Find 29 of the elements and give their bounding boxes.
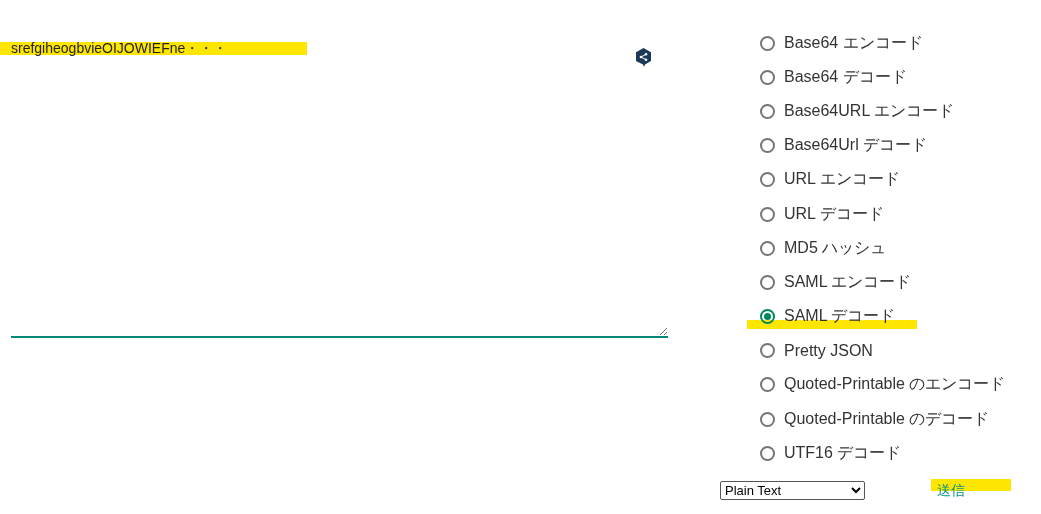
radio-button[interactable] [760, 138, 775, 154]
option-label: URL デコード [784, 203, 884, 224]
radio-button[interactable] [760, 411, 775, 427]
option-label: Base64 エンコード [784, 32, 923, 53]
option-label: Quoted-Printable のデコード [784, 408, 990, 429]
radio-button[interactable] [760, 172, 775, 188]
option-label: Base64Url デコード [784, 135, 928, 156]
option-label: Base64URL エンコード [784, 100, 955, 121]
text-input-area[interactable]: srefgiheogbvieOIJOWIEFne・・・ [11, 30, 668, 338]
radio-button[interactable] [760, 69, 775, 85]
radio-button[interactable] [760, 343, 775, 359]
format-select[interactable]: Plain Text [720, 481, 865, 501]
share-icon[interactable] [635, 48, 652, 67]
radio-button[interactable] [760, 206, 775, 222]
option-label: Pretty JSON [784, 341, 873, 360]
radio-button[interactable] [760, 445, 775, 461]
option-label: MD5 ハッシュ [784, 237, 887, 258]
option-label: Quoted-Printable のエンコード [784, 374, 1006, 395]
option-label: SAML エンコード [784, 271, 912, 292]
radio-button[interactable] [760, 309, 775, 325]
radio-button[interactable] [760, 274, 775, 290]
radio-button[interactable] [760, 240, 775, 256]
radio-button[interactable] [760, 35, 775, 51]
option-label: URL エンコード [784, 169, 900, 190]
option-label: UTF16 デコード [784, 442, 902, 463]
option-label: SAML デコード [784, 306, 896, 327]
radio-button[interactable] [760, 377, 775, 393]
radio-button[interactable] [760, 103, 775, 119]
option-label: Base64 デコード [784, 66, 907, 87]
